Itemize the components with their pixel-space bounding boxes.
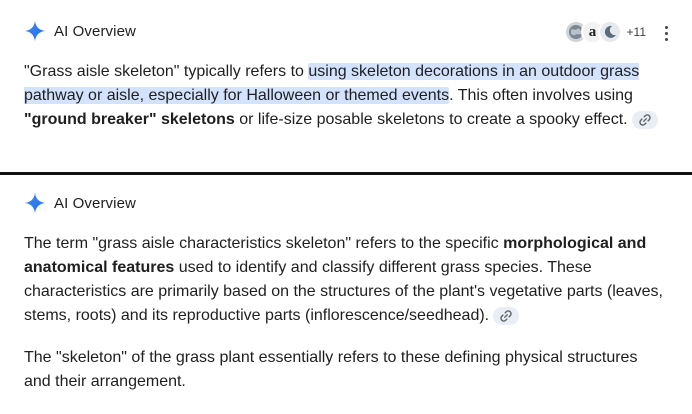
amazon-glyph: a	[588, 23, 597, 40]
overview-paragraph: The "skeleton" of the grass plant essent…	[24, 349, 638, 390]
ai-overview-header: AI Overview	[24, 192, 136, 214]
ai-overview-panel-1: AI Overview a +11 "Grass aisle skeleton"…	[0, 0, 692, 172]
link-icon	[638, 114, 651, 126]
overview-paragraph: "Grass aisle skeleton" typically refers …	[24, 60, 664, 132]
moon-source-icon[interactable]	[597, 20, 622, 44]
more-options-icon[interactable]	[658, 22, 674, 44]
sources-stack[interactable]: a +11	[563, 20, 646, 44]
source-link-chip[interactable]	[631, 111, 658, 129]
text-segment: "Grass aisle skeleton" typically refers …	[24, 63, 309, 80]
text-segment: The term "grass aisle characteristics sk…	[24, 235, 504, 252]
bold-text: "ground breaker" skeletons	[24, 111, 235, 128]
text-segment: . This often involves using	[449, 87, 633, 104]
overview-paragraph: The term "grass aisle characteristics sk…	[24, 232, 664, 328]
ai-overview-title: AI Overview	[54, 22, 136, 40]
link-icon	[500, 310, 512, 322]
text-segment: or life-size posable skeletons to create…	[234, 111, 628, 128]
ai-overview-header: AI Overview	[24, 20, 136, 42]
gemini-sparkle-icon	[24, 192, 46, 214]
ai-overview-title: AI Overview	[54, 194, 136, 212]
source-link-chip[interactable]	[493, 307, 520, 325]
gemini-sparkle-icon	[24, 20, 46, 42]
ai-overview-panel-2: AI Overview The term "grass aisle charac…	[0, 175, 692, 414]
more-sources-count[interactable]: +11	[627, 25, 646, 39]
